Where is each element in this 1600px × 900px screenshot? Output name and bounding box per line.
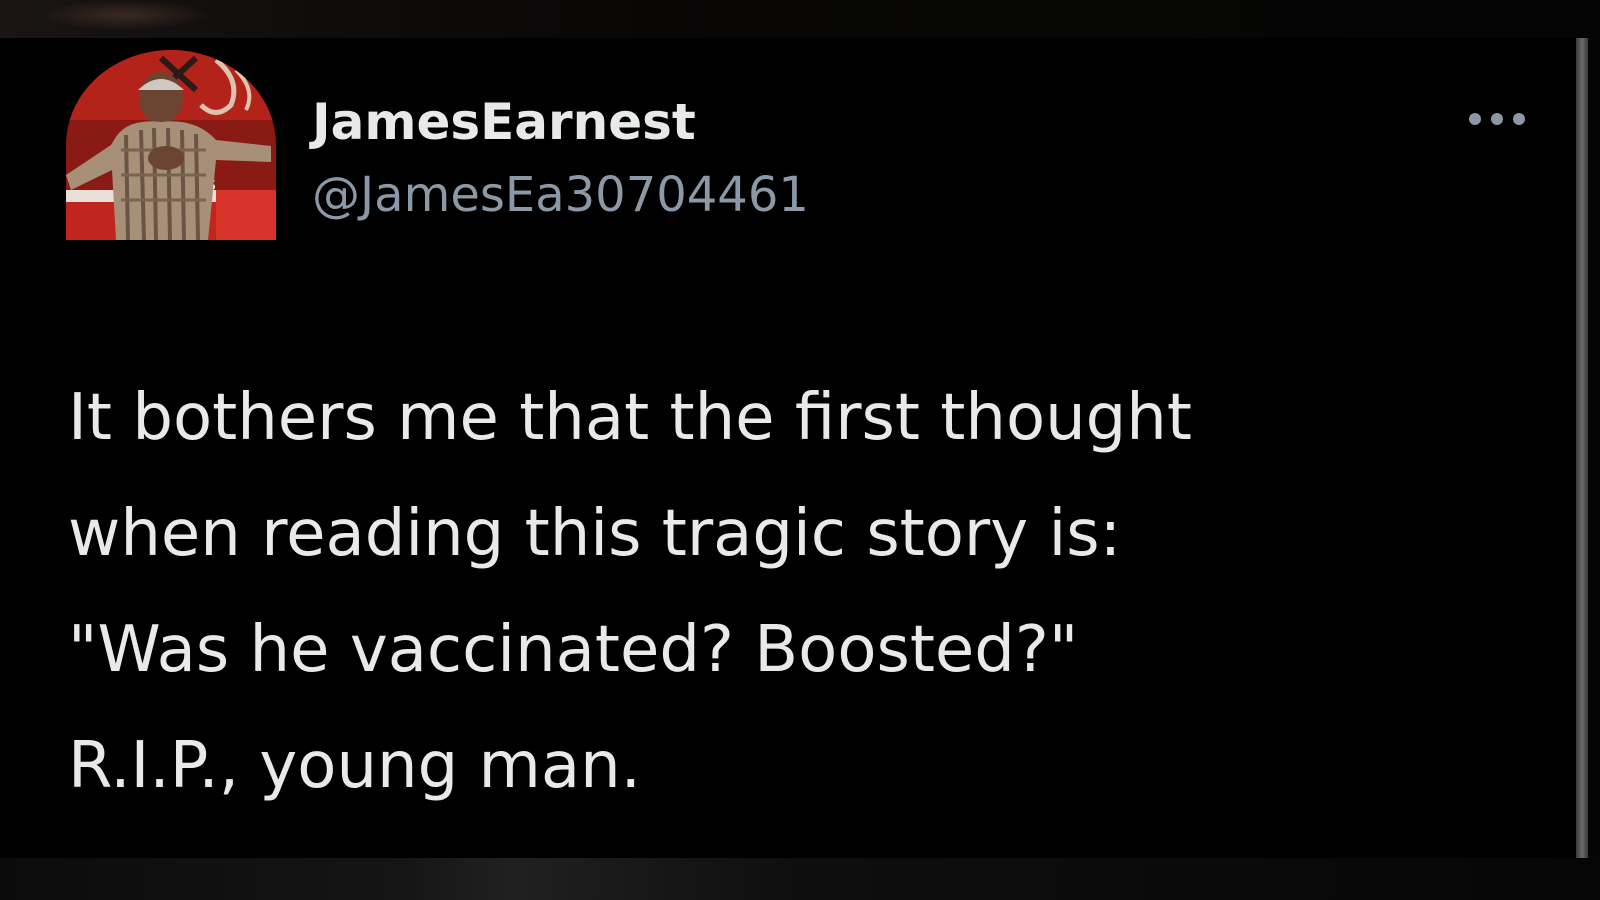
bottom-background-strip xyxy=(0,858,1600,900)
right-background-strip xyxy=(1588,0,1600,900)
profile-photo-icon: S xyxy=(66,50,276,240)
ellipsis-icon xyxy=(1469,113,1525,125)
top-background-strip xyxy=(0,0,1600,38)
avatar[interactable]: S xyxy=(66,50,276,240)
scrollbar[interactable] xyxy=(1576,38,1588,868)
author-handle[interactable]: @JamesEa30704461 xyxy=(312,166,809,224)
tweet-text-line: when reading this tragic story is: xyxy=(68,497,1122,571)
tweet-text-line: "Was he vaccinated? Boosted?" xyxy=(68,613,1079,687)
tweet-text: It bothers me that the first thought whe… xyxy=(68,360,1528,824)
tweet-text-line: R.I.P., young man. xyxy=(68,729,641,803)
tweet-text-line: It bothers me that the first thought xyxy=(68,381,1192,455)
author-display-name[interactable]: JamesEarnest xyxy=(312,92,696,152)
more-options-button[interactable] xyxy=(1462,104,1532,134)
